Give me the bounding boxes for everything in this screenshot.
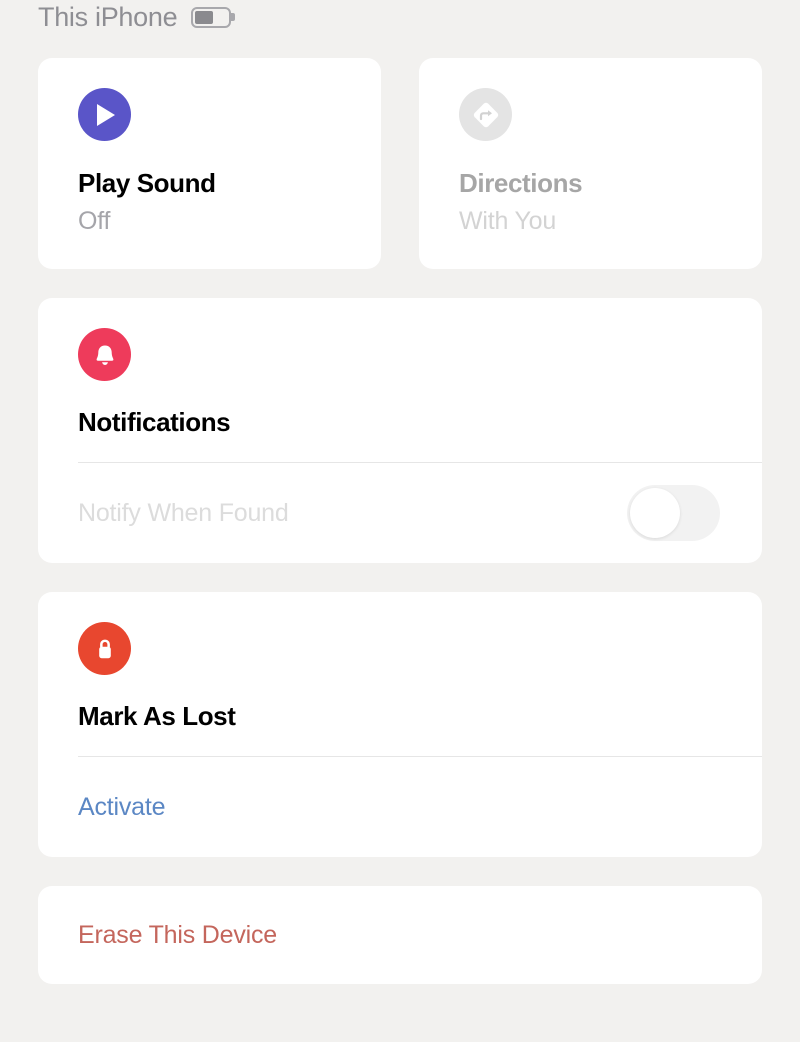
action-tiles: Play Sound Off Directions With You [0, 58, 800, 269]
mark-as-lost-card: Mark As Lost Activate [38, 592, 762, 857]
device-name: This iPhone [38, 2, 178, 32]
notify-when-found-toggle[interactable] [627, 485, 720, 541]
battery-icon [191, 6, 236, 28]
erase-device-card[interactable]: Erase This Device [38, 886, 762, 984]
play-sound-title: Play Sound [78, 168, 216, 198]
directions-sign-icon [459, 88, 512, 141]
toggle-knob [630, 488, 680, 538]
activate-button[interactable]: Activate [78, 793, 166, 822]
notifications-title: Notifications [78, 407, 231, 437]
activate-row[interactable]: Activate [38, 757, 762, 857]
mark-as-lost-header: Mark As Lost [38, 592, 762, 756]
mark-as-lost-title: Mark As Lost [78, 701, 236, 731]
notify-when-found-label: Notify When Found [78, 498, 289, 527]
directions-title: Directions [459, 168, 583, 198]
notifications-header: Notifications [38, 298, 762, 462]
erase-device-label: Erase This Device [78, 920, 277, 949]
play-sound-card[interactable]: Play Sound Off [38, 58, 381, 269]
play-sound-status: Off [78, 207, 111, 235]
bell-icon [78, 328, 131, 381]
notifications-card: Notifications Notify When Found [38, 298, 762, 563]
play-circle-icon [78, 88, 131, 141]
notify-when-found-row[interactable]: Notify When Found [38, 463, 762, 563]
directions-card[interactable]: Directions With You [419, 58, 762, 269]
lock-icon [78, 622, 131, 675]
directions-status: With You [459, 207, 557, 235]
device-header: This iPhone [0, 0, 800, 34]
